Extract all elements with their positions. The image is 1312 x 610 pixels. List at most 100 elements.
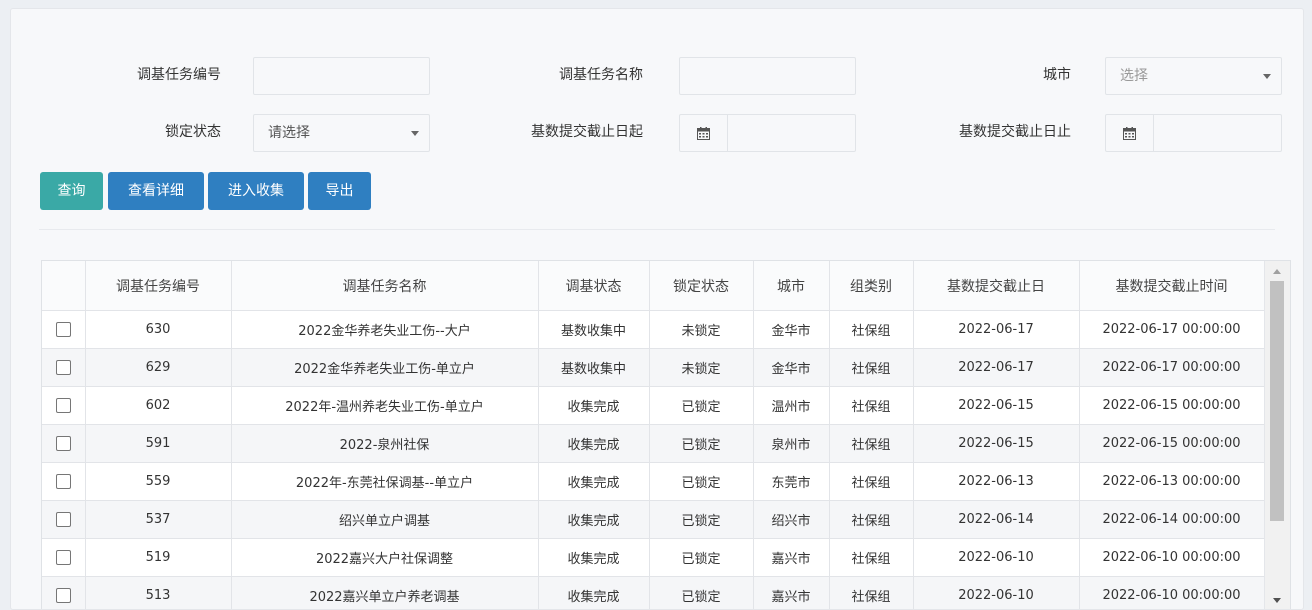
table-cell: 收集完成	[538, 576, 650, 609]
calendar-icon[interactable]	[1106, 115, 1154, 151]
table-cell: 2022-06-15 00:00:00	[1079, 424, 1265, 463]
table-cell: 2022-06-15	[913, 386, 1080, 425]
row-checkbox[interactable]	[55, 322, 71, 337]
row-select-cell	[42, 500, 86, 539]
table-cell: 2022-06-10 00:00:00	[1079, 538, 1265, 577]
row-checkbox[interactable]	[55, 550, 71, 565]
view-detail-button[interactable]: 查看详细	[108, 172, 204, 210]
row-select-cell	[42, 576, 86, 609]
search-panel: 调基任务编号 调基任务名称 城市 选择 锁定状态 请选择 基数提交截止日起 基数…	[10, 8, 1304, 610]
chevron-down-icon	[1263, 74, 1271, 79]
column-header[interactable]: 调基任务名称	[231, 261, 539, 311]
table-cell: 2022-06-13 00:00:00	[1079, 462, 1265, 501]
table-cell: 已锁定	[649, 500, 754, 539]
table-row[interactable]: 591 2022-泉州社保 收集完成 已锁定 泉州市 社保组 2022-06-15 2022-…	[42, 424, 1265, 463]
row-checkbox[interactable]	[55, 474, 71, 489]
table-cell: 2022-06-14	[913, 500, 1080, 539]
lock-status-label: 锁定状态	[165, 124, 221, 140]
row-select-cell	[42, 462, 86, 501]
table-row[interactable]: 602 2022年-温州养老失业工伤-单立户 收集完成 已锁定 温州市 社保组 2022-0…	[42, 386, 1265, 425]
deadline-from-input[interactable]	[728, 115, 855, 151]
table-header-row: 调基任务编号 调基任务名称 调基状态 锁定状态 城市 组类别 基数提交截止日 基…	[42, 261, 1265, 311]
table-cell: 630	[85, 310, 232, 349]
column-header[interactable]: 基数提交截止时间	[1079, 261, 1265, 311]
table-cell: 2022-06-14 00:00:00	[1079, 500, 1265, 539]
table-cell: 社保组	[829, 424, 914, 463]
table-cell: 收集完成	[538, 424, 650, 463]
task-name-input[interactable]	[679, 57, 856, 95]
vertical-scrollbar[interactable]	[1264, 261, 1290, 609]
table-row[interactable]: 630 2022金华养老失业工伤--大户 基数收集中 未锁定 金华市 社保组 2022-06…	[42, 310, 1265, 349]
deadline-from-picker[interactable]	[679, 114, 856, 152]
table-cell: 社保组	[829, 348, 914, 387]
scrollbar-thumb[interactable]	[1270, 281, 1284, 521]
table-cell: 社保组	[829, 310, 914, 349]
table-cell: 温州市	[753, 386, 830, 425]
table-cell: 东莞市	[753, 462, 830, 501]
table-cell: 未锁定	[649, 348, 754, 387]
table-cell: 基数收集中	[538, 348, 650, 387]
lock-status-value: 请选择	[268, 125, 310, 141]
table-cell: 社保组	[829, 576, 914, 609]
row-select-cell	[42, 310, 86, 349]
column-header[interactable]: 组类别	[829, 261, 914, 311]
column-header[interactable]: 基数提交截止日	[913, 261, 1080, 311]
query-button[interactable]: 查询	[40, 172, 103, 210]
table-cell: 2022-06-15 00:00:00	[1079, 386, 1265, 425]
table-cell: 2022-泉州社保	[231, 424, 539, 463]
table-cell: 602	[85, 386, 232, 425]
column-header[interactable]: 调基任务编号	[85, 261, 232, 311]
lock-status-select[interactable]: 请选择	[253, 114, 430, 152]
table-cell: 已锁定	[649, 462, 754, 501]
city-select[interactable]: 选择	[1105, 57, 1282, 95]
enter-collection-button[interactable]: 进入收集	[208, 172, 304, 210]
table-row[interactable]: 537 绍兴单立户调基 收集完成 已锁定 绍兴市 社保组 2022-06-14 2022-06…	[42, 500, 1265, 539]
task-table: 调基任务编号 调基任务名称 调基状态 锁定状态 城市 组类别 基数提交截止日 基…	[41, 260, 1291, 609]
table-cell: 已锁定	[649, 386, 754, 425]
table-cell: 绍兴单立户调基	[231, 500, 539, 539]
row-checkbox[interactable]	[55, 512, 71, 527]
row-checkbox[interactable]	[55, 588, 71, 603]
column-header[interactable]: 城市	[753, 261, 830, 311]
table-row[interactable]: 513 2022嘉兴单立户养老调基 收集完成 已锁定 嘉兴市 社保组 2022-06-10 2…	[42, 576, 1265, 609]
scroll-up-arrow-icon[interactable]	[1273, 269, 1281, 274]
column-header[interactable]: 调基状态	[538, 261, 650, 311]
table-cell: 收集完成	[538, 462, 650, 501]
table-cell: 社保组	[829, 462, 914, 501]
calendar-icon[interactable]	[680, 115, 728, 151]
table-cell: 社保组	[829, 500, 914, 539]
table-cell: 2022-06-10	[913, 538, 1080, 577]
table-cell: 629	[85, 348, 232, 387]
deadline-to-input[interactable]	[1154, 115, 1281, 151]
row-select-cell	[42, 386, 86, 425]
row-checkbox[interactable]	[55, 360, 71, 375]
table-row[interactable]: 629 2022金华养老失业工伤-单立户 基数收集中 未锁定 金华市 社保组 2022-06…	[42, 348, 1265, 387]
table-cell: 收集完成	[538, 500, 650, 539]
table-cell: 559	[85, 462, 232, 501]
scroll-down-arrow-icon[interactable]	[1273, 598, 1281, 603]
table-cell: 金华市	[753, 310, 830, 349]
task-no-input[interactable]	[253, 57, 430, 95]
city-select-placeholder: 选择	[1120, 68, 1148, 84]
column-header[interactable]: 锁定状态	[649, 261, 754, 311]
table-cell: 537	[85, 500, 232, 539]
row-checkbox[interactable]	[55, 436, 71, 451]
table-cell: 嘉兴市	[753, 576, 830, 609]
table-row[interactable]: 559 2022年-东莞社保调基--单立户 收集完成 已锁定 东莞市 社保组 2022-06…	[42, 462, 1265, 501]
deadline-from-label: 基数提交截止日起	[531, 124, 643, 140]
table-cell: 2022嘉兴大户社保调整	[231, 538, 539, 577]
table-cell: 2022年-温州养老失业工伤-单立户	[231, 386, 539, 425]
select-all-header	[42, 261, 86, 311]
table-row[interactable]: 519 2022嘉兴大户社保调整 收集完成 已锁定 嘉兴市 社保组 2022-06-10 20…	[42, 538, 1265, 577]
row-select-cell	[42, 348, 86, 387]
table-cell: 2022嘉兴单立户养老调基	[231, 576, 539, 609]
export-button[interactable]: 导出	[308, 172, 371, 210]
table-cell: 嘉兴市	[753, 538, 830, 577]
row-select-cell	[42, 424, 86, 463]
deadline-to-label: 基数提交截止日止	[959, 124, 1071, 140]
table-cell: 519	[85, 538, 232, 577]
row-checkbox[interactable]	[55, 398, 71, 413]
table-cell: 591	[85, 424, 232, 463]
deadline-to-picker[interactable]	[1105, 114, 1282, 152]
table-cell: 绍兴市	[753, 500, 830, 539]
